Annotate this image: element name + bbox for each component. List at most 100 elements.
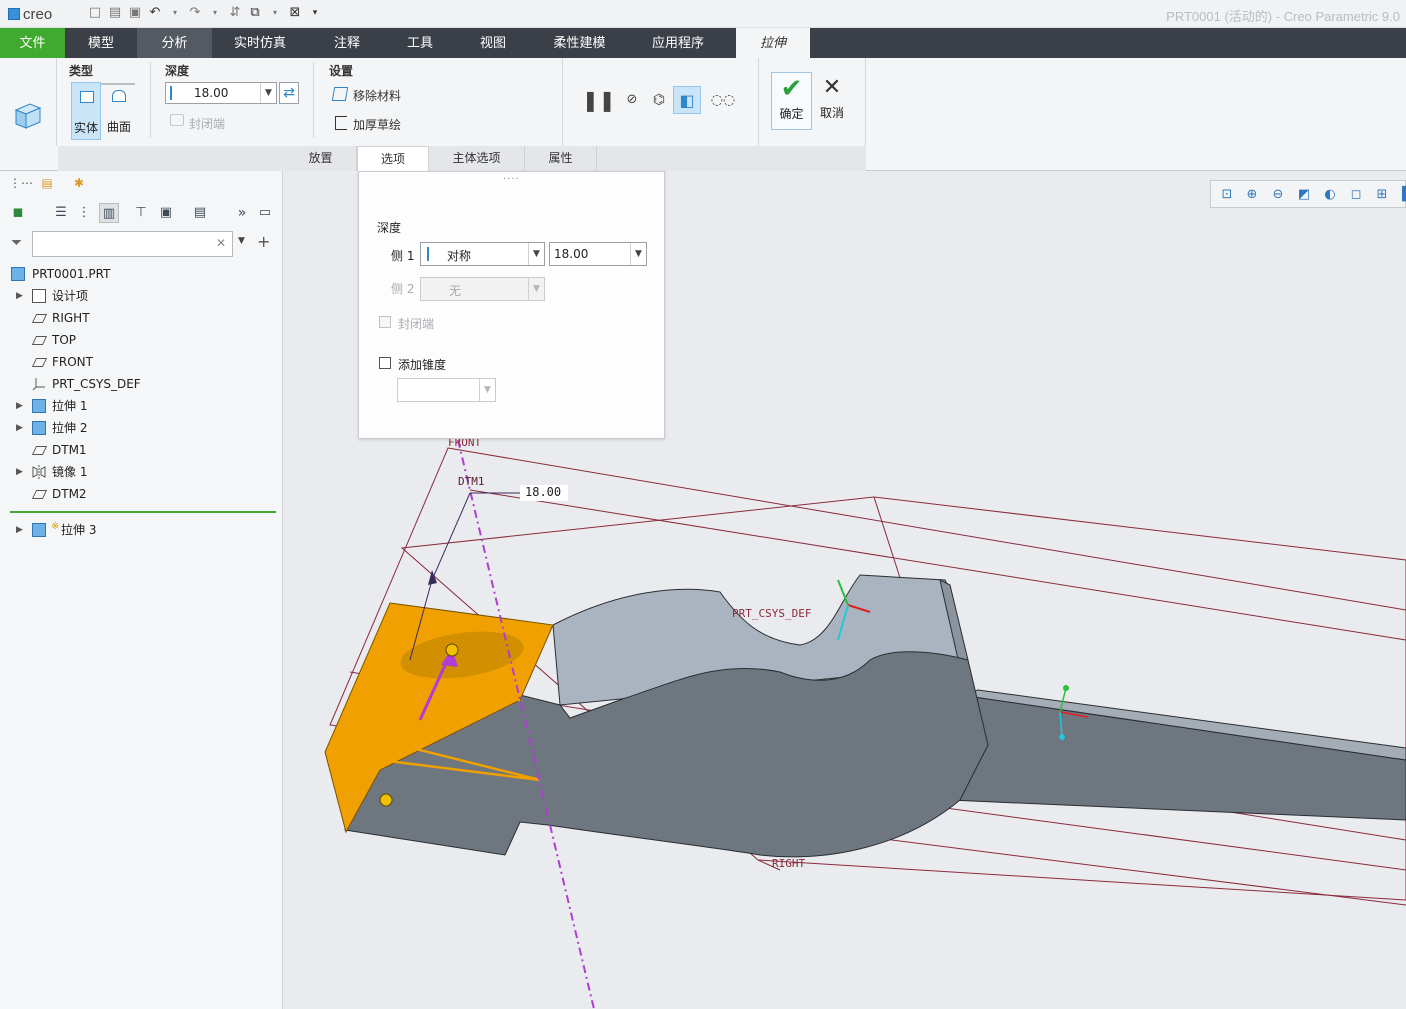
capped-ends-checkbox[interactable] [379, 316, 391, 328]
tree-settings-icon[interactable]: ▣ [156, 203, 176, 223]
remove-material-button[interactable]: 移除材料 [353, 87, 401, 104]
pause-button[interactable]: ❚❚ [582, 86, 616, 114]
tab-view[interactable]: 视图 [454, 28, 532, 58]
tree-search-input[interactable]: ✕ [32, 231, 233, 257]
side1-depth-value-input[interactable]: 18.00 ▼ [549, 242, 647, 266]
undo-icon[interactable]: ↶ [148, 5, 162, 21]
expand-icon[interactable]: ▶ [16, 417, 23, 439]
tab-options[interactable]: 选项 [357, 146, 429, 171]
chevron-down-icon[interactable]: ▼ [528, 278, 544, 300]
tab-properties[interactable]: 属性 [525, 146, 597, 171]
new-file-icon[interactable]: □ [88, 5, 102, 21]
windows-dropdown-icon[interactable]: ▾ [268, 5, 282, 21]
panel-grip-icon[interactable]: ···· [503, 174, 520, 185]
tree-item-extrude-2[interactable]: ▶ 拉伸 2 [0, 417, 283, 439]
folder-browser-tab-icon[interactable]: ▤ [39, 176, 55, 192]
chevron-down-icon[interactable]: ▼ [260, 83, 276, 103]
depth-drag-handle[interactable] [445, 643, 459, 657]
regenerate-icon[interactable]: ⇵ [228, 5, 242, 21]
tab-body-options[interactable]: 主体选项 [429, 146, 525, 171]
surface-button[interactable]: 曲面 [104, 82, 134, 140]
expand-icon[interactable]: ▶ [16, 519, 23, 541]
display-style-icon[interactable]: ◐ [1321, 186, 1339, 204]
more-tools-icon[interactable]: » [232, 203, 252, 223]
redo-dropdown-icon[interactable]: ▾ [208, 5, 222, 21]
chevron-down-icon[interactable]: ▼ [479, 379, 495, 401]
attached-preview-button[interactable]: ◧ [673, 86, 701, 114]
add-icon[interactable]: + [257, 232, 270, 251]
side2-depth-type-select[interactable]: 无 ▼ [420, 277, 545, 301]
redo-icon[interactable]: ↷ [188, 5, 202, 21]
customize-qat-icon[interactable]: ▾ [308, 5, 322, 21]
columns-icon[interactable]: ▥ [99, 203, 119, 223]
insert-here-indicator[interactable] [10, 511, 276, 513]
tree-item-csys[interactable]: PRT_CSYS_DEF [0, 373, 283, 395]
tab-file[interactable]: 文件 [0, 28, 65, 58]
tab-model[interactable]: 模型 [65, 28, 137, 58]
refit-icon[interactable]: ⊡ [1218, 186, 1236, 204]
view-manager-icon[interactable]: ⊞ [1373, 186, 1391, 204]
no-preview-button[interactable]: ⊘ [618, 86, 646, 114]
tree-item-design-items[interactable]: ▶ 设计项 [0, 285, 283, 307]
side1-depth-type-select[interactable]: 对称 ▼ [420, 242, 545, 266]
tree-item-extrude-1[interactable]: ▶ 拉伸 1 [0, 395, 283, 417]
tree-root[interactable]: PRT0001.PRT [0, 263, 283, 285]
flip-direction-button[interactable]: ⇄ [279, 82, 299, 104]
chevron-down-icon[interactable]: ▼ [630, 243, 646, 265]
depth-drag-handle[interactable] [379, 793, 393, 807]
tree-item-right[interactable]: RIGHT [0, 307, 283, 329]
expand-icon[interactable]: ▶ [16, 461, 23, 483]
tree-item-label: RIGHT [52, 311, 90, 325]
repaint-icon[interactable]: ◩ [1295, 186, 1313, 204]
tab-annotate[interactable]: 注释 [308, 28, 386, 58]
thicken-sketch-button[interactable]: 加厚草绘 [353, 116, 401, 133]
add-taper-checkbox[interactable] [379, 357, 391, 369]
tree-columns-icon[interactable]: ▤ [190, 203, 210, 223]
tab-applications[interactable]: 应用程序 [627, 28, 729, 58]
mesh-preview-button[interactable]: ⌬ [645, 86, 673, 114]
tab-tools[interactable]: 工具 [386, 28, 454, 58]
verify-mode-button[interactable]: ◌◌ [707, 86, 739, 114]
tree-item-extrude-3[interactable]: ▶ ※ 拉伸 3 [0, 519, 283, 541]
close-window-icon[interactable]: ⊠ [288, 5, 302, 21]
model-tree-tab-icon[interactable]: ⋮⋯ [9, 176, 33, 192]
clear-search-icon[interactable]: ✕ [216, 236, 226, 250]
favorites-tab-icon[interactable]: ✱ [71, 176, 87, 192]
tab-analysis[interactable]: 分析 [137, 28, 212, 58]
zoom-out-icon[interactable]: ⊖ [1269, 186, 1287, 204]
body-icon[interactable]: ◼ [8, 203, 28, 223]
document-icon[interactable]: ▭ [255, 203, 275, 223]
expand-icon[interactable]: ▶ [16, 395, 23, 417]
search-dropdown-icon[interactable]: ▼ [238, 236, 245, 246]
ribbon: 类型 实体 曲面 深度 18.00 ▼ ⇄ 封闭端 设置 移除材料 加厚草绘 ❚… [0, 58, 1406, 171]
tree-item-dtm2[interactable]: DTM2 [0, 483, 283, 505]
expand-icon[interactable]: ▶ [16, 285, 23, 307]
layer-tree-icon[interactable]: ⋮ [74, 203, 94, 223]
windows-icon[interactable]: ⧉ [248, 5, 262, 21]
show-tree-icon[interactable]: ☰ [51, 203, 71, 223]
depth-dimension-value[interactable]: 18.00 [525, 485, 561, 499]
zoom-in-icon[interactable]: ⊕ [1243, 186, 1261, 204]
cancel-button[interactable]: ✕ 取消 [815, 72, 849, 130]
tab-placement[interactable]: 放置 [285, 146, 357, 171]
filter-icon[interactable]: ⏷ [11, 235, 22, 251]
open-file-icon[interactable]: ▤ [108, 5, 122, 21]
solid-button[interactable]: 实体 [71, 82, 101, 140]
save-icon[interactable]: ▣ [128, 5, 142, 21]
undo-dropdown-icon[interactable]: ▾ [168, 5, 182, 21]
saved-orientations-icon[interactable]: ◻ [1347, 186, 1365, 204]
tab-extrude[interactable]: 拉伸 [736, 28, 810, 58]
tree-item-mirror-1[interactable]: ▶ 镜像 1 [0, 461, 283, 483]
tree-item-dtm1[interactable]: DTM1 [0, 439, 283, 461]
chevron-down-icon[interactable]: ▼ [528, 243, 544, 265]
tree-filter-icon[interactable]: ⊤ [131, 203, 151, 223]
tree-item-top[interactable]: TOP [0, 329, 283, 351]
depth-input[interactable]: 18.00 ▼ [165, 82, 277, 104]
capped-ends-label[interactable]: 封闭端 [189, 115, 225, 132]
tree-item-front[interactable]: FRONT [0, 351, 283, 373]
tab-simulation[interactable]: 实时仿真 [212, 28, 308, 58]
datum-display-icon[interactable]: ▐ [1397, 186, 1406, 204]
ok-button[interactable]: ✔ 确定 [771, 72, 812, 130]
tab-flexible-modeling[interactable]: 柔性建模 [532, 28, 627, 58]
taper-angle-select[interactable]: ▼ [397, 378, 496, 402]
